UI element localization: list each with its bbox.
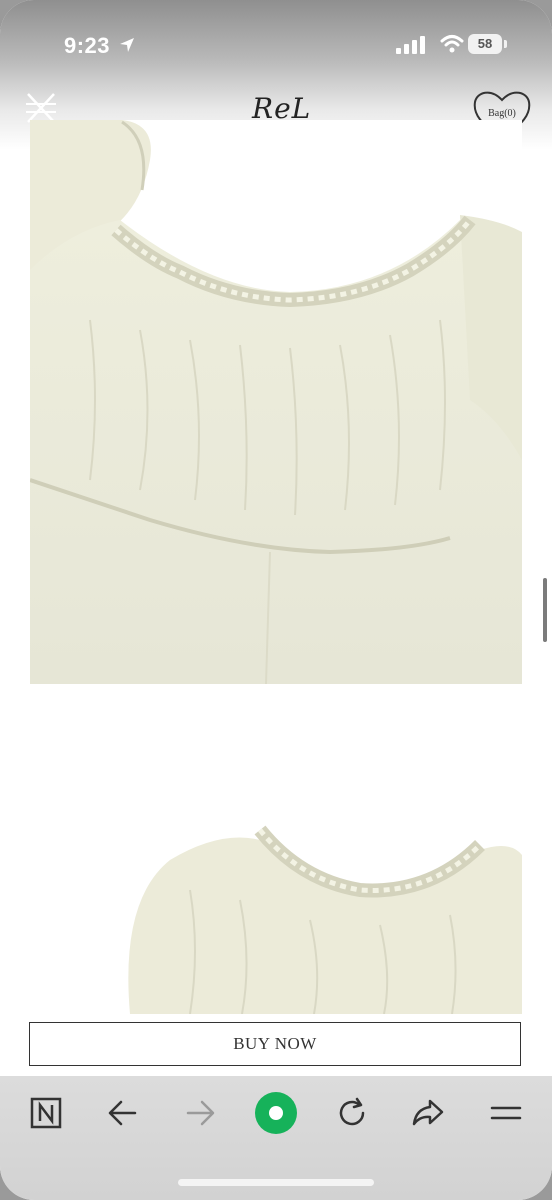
reload-icon[interactable]: [332, 1093, 372, 1133]
back-arrow-icon[interactable]: [103, 1093, 143, 1133]
product-image-1: [30, 120, 522, 684]
green-dot-home-icon[interactable]: [252, 1089, 300, 1137]
naver-home-icon[interactable]: [26, 1093, 66, 1133]
blouse-detail-illustration: [30, 690, 522, 1014]
cellular-signal-icon: [396, 36, 425, 54]
status-bar: 9:23 58: [0, 0, 552, 80]
menu-icon[interactable]: [486, 1093, 526, 1133]
forward-arrow-icon[interactable]: [180, 1093, 220, 1133]
location-arrow-icon: [120, 38, 134, 52]
blouse-front-illustration: [30, 120, 522, 684]
bag-count-label[interactable]: Bag(0): [482, 108, 522, 119]
home-indicator[interactable]: [178, 1179, 374, 1186]
battery-tip: [504, 40, 507, 48]
scrollbar-thumb[interactable]: [543, 578, 547, 642]
battery-indicator: 58: [468, 34, 502, 54]
product-image-2: [30, 690, 522, 1014]
buy-now-button[interactable]: BUY NOW: [29, 1022, 521, 1066]
share-icon[interactable]: [408, 1093, 448, 1133]
wifi-icon: [440, 35, 464, 53]
phone-screen: 9:23 58 ReL Bag(0) BUY NOW: [0, 0, 552, 1200]
clock: 9:23: [64, 33, 111, 58]
